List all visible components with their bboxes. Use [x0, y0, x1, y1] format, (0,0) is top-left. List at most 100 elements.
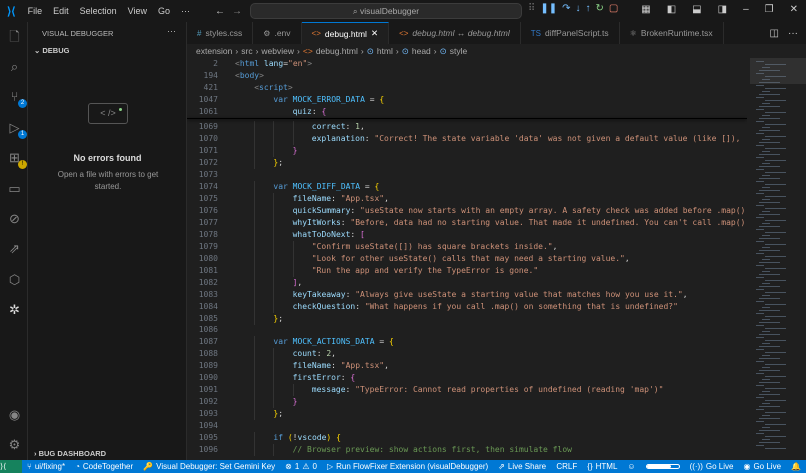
bug-icon[interactable]: ✲: [6, 301, 23, 318]
menu-item[interactable]: File: [28, 6, 43, 16]
gemini-key-item[interactable]: 🔑 Visual Debugger: Set Gemini Key: [143, 462, 275, 471]
code-token: if: [273, 433, 288, 443]
menu-item[interactable]: View: [128, 6, 147, 16]
debug-section-header[interactable]: ⌄ DEBUG: [34, 46, 69, 55]
minimap-line: [765, 412, 786, 413]
line-content: "Confirm useState([]) has square bracket…: [312, 241, 558, 253]
minimap-line: [765, 124, 786, 125]
notifications-icon[interactable]: 🔔: [791, 462, 801, 471]
code-token: }: [292, 397, 298, 407]
go-live-item-2[interactable]: ◉ Go Live: [743, 462, 781, 471]
indent-guide: [273, 276, 275, 289]
tab-styles-css[interactable]: # styles.css: [187, 22, 254, 44]
code-token: :: [345, 385, 356, 395]
breadcrumb-item[interactable]: extension: [196, 46, 232, 56]
code-icon[interactable]: ⊘: [6, 210, 23, 227]
split-editor-icon[interactable]: ◫: [770, 28, 779, 39]
branch-item[interactable]: ⑂ ui/fixing*: [27, 462, 65, 471]
tab-debug-html-debug-html[interactable]: <> debug.html ↔ debug.html: [389, 22, 521, 44]
step-into-icon[interactable]: ↓: [575, 3, 580, 14]
more-actions-icon[interactable]: ···: [167, 26, 176, 36]
breadcrumb-item[interactable]: webview: [261, 46, 294, 56]
restore-icon[interactable]: ❐: [765, 4, 774, 15]
minimap-line: [756, 361, 764, 362]
pause-icon[interactable]: ❚❚: [540, 3, 557, 14]
breadcrumb-item[interactable]: html: [377, 46, 393, 56]
run-debug-icon[interactable]: ▷ 1: [6, 119, 27, 139]
indent-guide: [254, 336, 256, 349]
line-number: 1073: [198, 169, 218, 179]
close-tab-icon[interactable]: ✕: [371, 28, 378, 39]
explorer-icon[interactable]: 🗋: [6, 28, 23, 45]
problems-item[interactable]: ⊗ 1 ⚠ 0: [285, 462, 317, 471]
code-token: body: [239, 71, 260, 80]
menu-item[interactable]: ···: [181, 6, 190, 16]
code-token: :: [331, 193, 341, 203]
breadcrumb-item[interactable]: src: [241, 46, 252, 56]
language-item[interactable]: {} HTML: [587, 462, 617, 471]
menu-item[interactable]: Selection: [80, 6, 117, 16]
restart-icon[interactable]: ↻: [595, 3, 603, 14]
minimap-line: [762, 403, 770, 404]
line-number: 2: [213, 59, 218, 68]
minimize-icon[interactable]: –: [743, 4, 749, 15]
search-icon[interactable]: ⌕: [6, 58, 23, 75]
close-window-icon[interactable]: ✕: [790, 4, 798, 15]
minimap[interactable]: [750, 58, 806, 460]
toggle-sidebar-icon[interactable]: ◧: [667, 4, 676, 15]
forward-icon[interactable]: →: [232, 6, 242, 17]
eol-item[interactable]: CRLF: [556, 462, 577, 471]
live-share-item[interactable]: ⇗ Live Share: [498, 462, 546, 471]
minimap-line: [762, 175, 770, 176]
go-live-label: Go Live: [753, 462, 782, 471]
code-token: fileName: [292, 193, 332, 203]
go-live-item-1[interactable]: ((·)) Go Live: [690, 462, 734, 471]
stop-icon[interactable]: ▢: [609, 3, 618, 14]
breadcrumb-item[interactable]: style: [450, 46, 467, 56]
more-icon[interactable]: ···: [788, 28, 798, 39]
code-token: count: [292, 349, 317, 359]
line-number: 1083: [198, 289, 218, 299]
package-icon[interactable]: ⬡: [6, 271, 23, 288]
code-line: 194 <body>: [187, 70, 747, 82]
minimap-line: [759, 202, 780, 203]
copilot-icon[interactable]: ☺: [627, 462, 635, 471]
indent-guide: [273, 144, 275, 157]
tab-brokenruntime-tsx[interactable]: ⚛ BrokenRuntime.tsx: [620, 22, 724, 44]
indent-guide: [254, 288, 256, 301]
account-icon[interactable]: ◉: [6, 406, 23, 423]
code-editor[interactable]: 1069 correct: 1, 1070 explanation: "Correct…: [187, 58, 747, 460]
source-control-icon[interactable]: ⑂ 2: [6, 88, 27, 108]
eol-label: CRLF: [556, 462, 578, 471]
minimap-slider[interactable]: [750, 58, 806, 84]
layout-icon[interactable]: ▦: [641, 4, 650, 15]
minimap-line: [756, 85, 764, 86]
remote-explorer-icon[interactable]: ▭: [6, 180, 23, 197]
toggle-secondary-icon[interactable]: ◨: [718, 4, 727, 15]
settings-gear-icon[interactable]: ⚙: [6, 436, 23, 453]
menu-item[interactable]: Go: [158, 6, 170, 16]
breadcrumb-item[interactable]: debug.html: [316, 46, 358, 56]
code-token: "Look for other useState() calls that ma…: [311, 253, 625, 263]
breadcrumb-item[interactable]: head: [412, 46, 431, 56]
remote-icon[interactable]: ⟩⟨: [0, 460, 22, 473]
step-over-icon[interactable]: ↷: [562, 3, 570, 14]
live-share-icon[interactable]: ⇗: [6, 240, 23, 257]
menu-item[interactable]: Edit: [53, 6, 69, 16]
command-search[interactable]: ⌕ visualDebugger: [250, 3, 522, 19]
minimap-line: [765, 388, 786, 389]
bug-dashboard-header[interactable]: › BUG DASHBOARD: [34, 449, 106, 458]
extensions-icon[interactable]: ⊞!: [6, 149, 27, 169]
back-icon[interactable]: ←: [215, 6, 225, 17]
run-extension-item[interactable]: ▷ Run FlowFixer Extension (visualDebugge…: [327, 462, 488, 471]
tab-diffpanelscript-ts[interactable]: TS diffPanelScript.ts: [521, 22, 620, 44]
drag-handle-icon[interactable]: ⠿: [528, 3, 535, 14]
minimap-line: [765, 328, 786, 329]
step-out-icon[interactable]: ↑: [585, 3, 590, 14]
tab--env[interactable]: ⚙ .env: [253, 22, 302, 44]
tab-debug-html[interactable]: <> debug.html ✕: [301, 22, 390, 44]
activity-bar: 🗋 ⌕ ⑂ 2 ▷ 1 ⊞! ▭ ⊘ ⇗ ⬡ ✲ ◉ ⚙: [0, 22, 28, 460]
minimap-line: [765, 244, 786, 245]
codetogether-item[interactable]: ◔ CodeTogether: [75, 462, 133, 471]
toggle-panel-icon[interactable]: ⬓: [692, 4, 701, 15]
